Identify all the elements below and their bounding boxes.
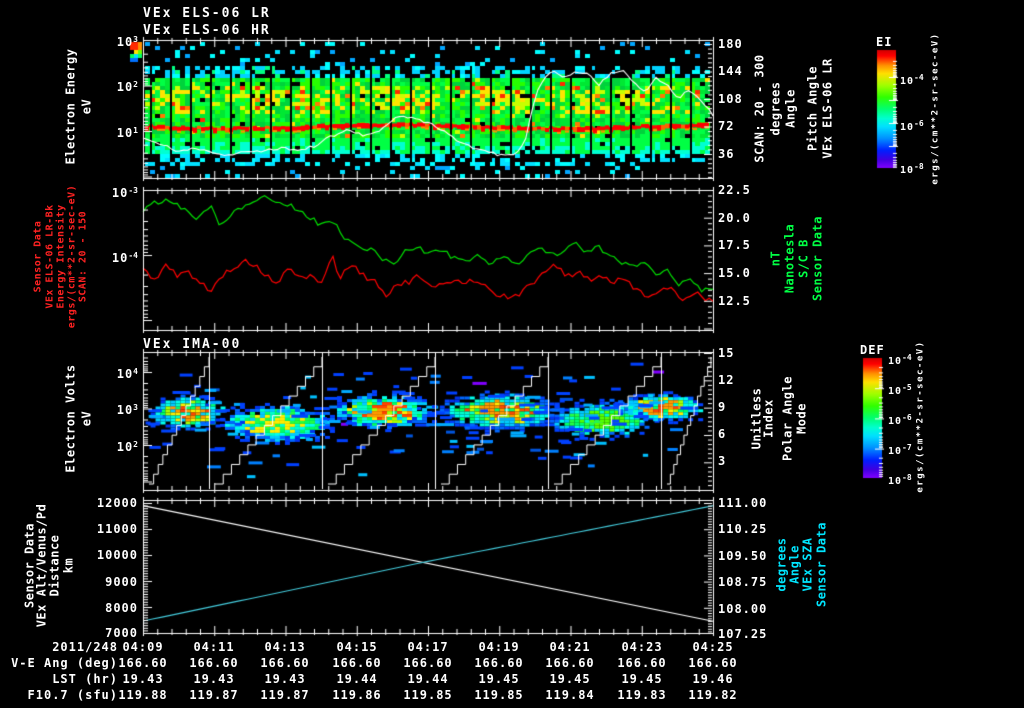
row-value: 04:15 [336, 640, 378, 654]
panel1-title-hr: VEx ELS-06 HR [143, 23, 271, 38]
sza-axis-tick: 110.25 [718, 522, 768, 536]
bfield-axis-tick: 22.5 [718, 183, 751, 197]
bfield-axis-tick: 15.0 [718, 266, 751, 280]
row-value: 19.44 [336, 672, 378, 686]
row-value: 166.60 [403, 656, 453, 670]
row-value: 19.45 [621, 672, 663, 686]
bfield-axis-tick: 17.5 [718, 238, 751, 252]
ei-colorbar-axis-tick: 10-8 [900, 162, 924, 176]
els-pitch-axis-tick: 36 [718, 147, 735, 161]
ima-energy-axis-tick: 104 [116, 367, 138, 381]
row-value: 19.43 [193, 672, 235, 686]
bfield-axis-tick: 20.0 [718, 211, 751, 225]
row-label: LST (hr) [52, 672, 118, 686]
row-value: 119.86 [332, 688, 382, 702]
row-value: 19.45 [549, 672, 591, 686]
def-colorbar-axis-tick: 10-8 [888, 473, 912, 487]
row-value: 04:13 [264, 640, 306, 654]
ima-index-axis-tick: 15 [718, 346, 735, 360]
els-pitch-axis-tick: 72 [718, 119, 735, 133]
ima-index-axis-tick: 9 [718, 400, 727, 414]
row-value: 166.60 [688, 656, 738, 670]
ei-colorbar-axis-tick: 10-4 [900, 73, 924, 87]
els-pitch-axis-tick: 180 [718, 37, 743, 51]
row-value: 04:09 [122, 640, 164, 654]
row-value: 166.60 [617, 656, 667, 670]
row-value: 119.87 [260, 688, 310, 702]
row-value: 19.44 [407, 672, 449, 686]
row-value: 119.82 [688, 688, 738, 702]
def-colorbar-axis-tick: 10-6 [888, 413, 912, 427]
ima-energy-axis-tick: 102 [116, 440, 138, 454]
sza-axis-tick: 108.00 [718, 602, 768, 616]
row-value: 04:25 [692, 640, 734, 654]
els-energy-axis-tick: 101 [116, 126, 138, 140]
altitude-axis-tick: 10000 [96, 548, 138, 562]
altitude-axis-tick: 7000 [105, 626, 138, 640]
row-value: 166.60 [545, 656, 595, 670]
sza-right-label: VEx SZA [800, 537, 815, 592]
row-value: 119.88 [118, 688, 168, 702]
ima-energy-axis-tick: 103 [116, 403, 138, 417]
row-value: 04:21 [549, 640, 591, 654]
row-value: 119.85 [474, 688, 524, 702]
els-energy-axis-tick: 103 [116, 35, 138, 49]
row-label: V-E Ang (deg) [11, 656, 118, 670]
row-value: 166.60 [189, 656, 239, 670]
row-value: 119.84 [545, 688, 595, 702]
def-colorbar-axis-tick: 10-4 [888, 353, 912, 367]
panel1-title-lr: VEx ELS-06 LR [143, 6, 271, 21]
row-label: 2011/248 [52, 640, 118, 654]
ima-left-label: eV [79, 410, 94, 427]
sza-axis-tick: 107.25 [718, 627, 768, 641]
altitude-axis-tick: 11000 [96, 522, 138, 536]
row-value: 166.60 [118, 656, 168, 670]
sza-axis-tick: 111.00 [718, 496, 768, 510]
intensity-axis-tick: 10-3 [111, 186, 138, 200]
ima-index-axis-tick: 6 [718, 427, 727, 441]
row-value: 119.87 [189, 688, 239, 702]
ima-index-axis-tick: 12 [718, 373, 735, 387]
row-value: 19.43 [264, 672, 306, 686]
altitude-axis-tick: 9000 [105, 575, 138, 589]
row-value: 04:17 [407, 640, 449, 654]
els-energy-axis-tick: 102 [116, 80, 138, 94]
def-colorbar-axis-tick: 10-5 [888, 383, 912, 397]
row-value: 166.60 [332, 656, 382, 670]
row-value: 19.45 [478, 672, 520, 686]
row-value: 19.46 [692, 672, 734, 686]
row-value: 04:19 [478, 640, 520, 654]
ima-index-axis-tick: 3 [718, 454, 727, 468]
def-colorbar-axis-tick: 10-7 [888, 443, 912, 457]
altitude-axis-tick: 12000 [96, 496, 138, 510]
sza-axis-tick: 109.50 [718, 549, 768, 563]
row-value: 166.60 [260, 656, 310, 670]
sza-right-label: Sensor Data [814, 522, 829, 607]
els-pitch-axis-tick: 108 [718, 92, 743, 106]
sza-axis-tick: 108.75 [718, 575, 768, 589]
bfield-axis-tick: 12.5 [718, 294, 751, 308]
row-value: 166.60 [474, 656, 524, 670]
row-value: 04:11 [193, 640, 235, 654]
colorbar-def-title: DEF [860, 343, 885, 357]
row-label: F10.7 (sfu) [27, 688, 118, 702]
vex-quicklook-plot: VEx ELS-06 LR VEx ELS-06 HR VEx IMA-00 E… [0, 0, 1024, 708]
els-pitch-axis-tick: 144 [718, 64, 743, 78]
row-value: 04:23 [621, 640, 663, 654]
colorbar-ei-title: EI [876, 35, 893, 49]
altitude-axis-tick: 8000 [105, 601, 138, 615]
row-value: 19.43 [122, 672, 164, 686]
panel3-title: VEx IMA-00 [143, 337, 242, 352]
ei-colorbar-axis-tick: 10-6 [900, 119, 924, 133]
ei-units-label: ergs/(cm**2-sr-sec-eV) [930, 32, 941, 185]
intensity-axis-tick: 10-4 [111, 251, 138, 265]
row-value: 119.85 [403, 688, 453, 702]
row-value: 119.83 [617, 688, 667, 702]
